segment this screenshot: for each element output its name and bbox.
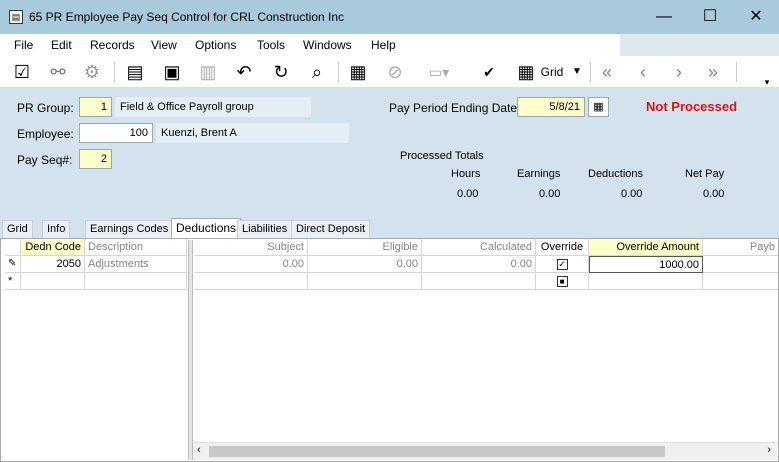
title-bar: ▤ 65 PR Employee Pay Seq Control for CRL… (0, 0, 779, 34)
menu-records[interactable]: Records (90, 38, 135, 52)
undo-icon[interactable]: ↶ (232, 60, 256, 84)
employee-name: Kuenzi, Brent A (156, 123, 349, 143)
tab-liabilities[interactable]: Liabilities (237, 220, 293, 238)
row-override-amount[interactable]: 1000.00 (589, 256, 703, 273)
tab-deductions[interactable]: Deductions (171, 218, 242, 238)
toolbar: ☑ ⚯ ⚙ ▤ ▣ ▥ ↶ ↻ ⌕ ▦ ⊘ ▭▾ ✔ ▦ Grid ▼ « ‹ … (0, 56, 779, 88)
scrollbar-thumb[interactable] (209, 446, 665, 457)
col-dedn-code[interactable]: Dedn Code (21, 239, 85, 256)
last-record-icon[interactable]: » (702, 60, 724, 84)
minimize-button[interactable]: — (641, 0, 687, 34)
previous-record-icon[interactable]: ‹ (632, 60, 654, 84)
grid-dropdown-chevron-icon[interactable]: ▼ (570, 60, 584, 84)
grid-layout-icon[interactable]: ▦ (346, 60, 370, 84)
pay-period-field[interactable]: 5/8/21 (517, 97, 585, 117)
row-calculated: 0.00 (422, 256, 536, 273)
totals-hours-header: Hours (451, 168, 481, 180)
processed-totals-title: Processed Totals (400, 150, 484, 162)
row-eligible: 0.00 (308, 256, 422, 273)
override-checkbox[interactable]: ✓ (556, 258, 568, 270)
grid-table-icon[interactable]: ▦ (513, 60, 539, 84)
save-icon[interactable]: ▣ (161, 60, 183, 84)
menu-view[interactable]: View (151, 38, 177, 52)
pay-seq-label: Pay Seq#: (17, 153, 73, 167)
col-override-amount[interactable]: Override Amount (589, 239, 703, 256)
row-subject: 0.00 (194, 256, 308, 273)
menu-file[interactable]: File (14, 38, 33, 52)
tab-earnings-codes[interactable]: Earnings Codes (85, 220, 174, 238)
col-description[interactable]: Description (85, 239, 187, 256)
menu-bar-filler (620, 34, 779, 56)
totals-hours-value: 0.00 (457, 188, 479, 200)
spellcheck-icon[interactable]: ✔ (477, 60, 501, 84)
first-record-icon[interactable]: « (596, 60, 618, 84)
tab-direct-deposit[interactable]: Direct Deposit (291, 220, 371, 238)
scroll-left-icon[interactable]: ‹ (197, 444, 201, 456)
find-icon[interactable]: ⚯ (46, 60, 70, 84)
pr-group-field[interactable]: 1 (79, 97, 112, 117)
menu-tools[interactable]: Tools (257, 38, 285, 52)
row-dedn-code[interactable]: 2050 (21, 256, 85, 273)
totals-deductions-header: Deductions (588, 168, 644, 180)
new-row-indicator-icon: * (5, 273, 21, 290)
tab-grid[interactable]: Grid (2, 220, 33, 238)
new-row-dedn-code[interactable] (21, 273, 85, 290)
col-subject[interactable]: Subject (194, 239, 308, 256)
new-document-icon[interactable]: ▤ (124, 60, 146, 84)
col-eligible[interactable]: Eligible (308, 239, 422, 256)
attach-icon[interactable]: ⊘ (384, 60, 406, 84)
pay-seq-field[interactable]: 2 (79, 149, 112, 169)
menu-options[interactable]: Options (195, 38, 236, 52)
menu-windows[interactable]: Windows (303, 38, 352, 52)
col-payback[interactable]: Payb (703, 239, 778, 256)
col-override[interactable]: Override (536, 239, 589, 256)
scroll-right-icon[interactable]: › (767, 444, 771, 456)
menu-help[interactable]: Help (371, 38, 396, 52)
app-icon: ▤ (9, 10, 23, 24)
calendar-icon[interactable]: ▦ (588, 97, 609, 117)
window-title: 65 PR Employee Pay Seq Control for CRL C… (29, 10, 345, 24)
maximize-button[interactable]: ☐ (687, 0, 733, 34)
totals-netpay-value: 0.00 (703, 188, 725, 200)
row-edit-indicator-icon: ✎ (5, 256, 21, 273)
totals-netpay-header: Net Pay (685, 168, 725, 180)
grid-splitter[interactable] (188, 240, 193, 460)
new-row-override-checkbox[interactable]: ■ (556, 275, 568, 287)
print-icon[interactable]: ▭▾ (425, 60, 453, 84)
tab-info[interactable]: Info (42, 220, 71, 238)
col-calculated[interactable]: Calculated (422, 239, 536, 256)
pay-period-label: Pay Period Ending Date: (389, 101, 521, 115)
tab-strip: Grid Info Earnings Codes Deductions Liab… (0, 218, 779, 238)
totals-earnings-value: 0.00 (539, 188, 561, 200)
grid-label[interactable]: Grid (540, 60, 564, 84)
pr-group-label: PR Group: (17, 101, 74, 115)
totals-deductions-value: 0.00 (621, 188, 643, 200)
deductions-grid: Dedn Code Description Subject Eligible C… (0, 238, 779, 462)
pr-group-description: Field & Office Payroll group (115, 97, 311, 117)
horizontal-scrollbar[interactable]: ‹ › (193, 442, 777, 460)
next-record-icon[interactable]: › (668, 60, 690, 84)
refresh-icon[interactable]: ↻ (269, 60, 293, 84)
search-icon[interactable]: ⌕ (305, 60, 329, 84)
settings-gear-icon[interactable]: ⚙ (80, 60, 104, 84)
totals-earnings-header: Earnings (517, 168, 561, 180)
employee-field[interactable]: 100 (79, 123, 153, 143)
menu-edit[interactable]: Edit (51, 38, 72, 52)
status-label: Not Processed (646, 99, 738, 114)
edit-icon[interactable]: ☑ (10, 60, 34, 84)
employee-label: Employee: (17, 127, 74, 141)
header-form: PR Group: 1 Field & Office Payroll group… (0, 88, 779, 218)
row-description: Adjustments (85, 256, 187, 273)
new-row-override-amount[interactable] (589, 273, 703, 290)
delete-trash-icon[interactable]: ▥ (197, 60, 219, 84)
close-button[interactable]: ✕ (733, 0, 779, 34)
